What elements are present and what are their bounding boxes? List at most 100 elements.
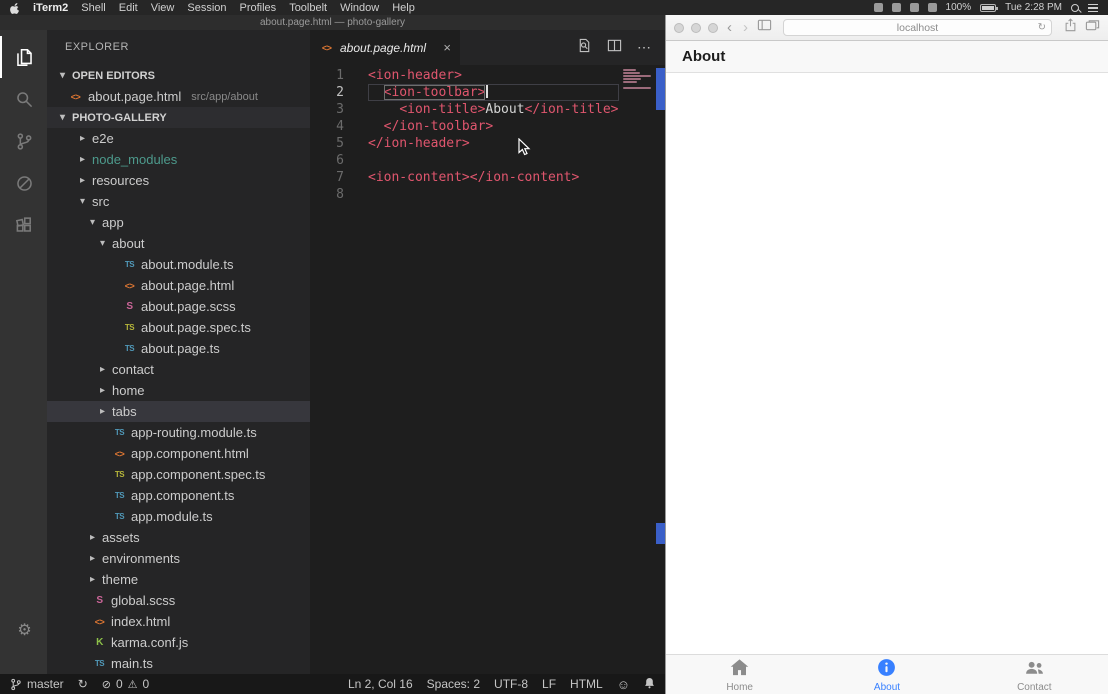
minimap[interactable] [623,69,653,93]
code-line[interactable]: <ion-content></ion-content> [368,169,665,186]
open-editors-header[interactable]: ▾ OPEN EDITORS [47,65,310,86]
menubar-clock[interactable]: Tue 2:28 PM [1005,2,1062,13]
apple-menu-icon[interactable] [10,2,20,14]
tree-item-tabs[interactable]: ▸tabs [47,401,310,422]
notification-center-icon[interactable] [1088,4,1098,12]
language-mode[interactable]: HTML [570,677,603,691]
tab-about-page-html[interactable]: <> about.page.html × [310,30,460,65]
code-line[interactable] [368,152,665,169]
status-bar: master ↻ ⊘ 0 ⚠ 0 Ln 2, Col 16 Spaces: 2 … [0,674,665,694]
close-window-button[interactable] [674,23,684,33]
close-tab-icon[interactable]: × [443,40,451,55]
sync-button[interactable]: ↻ [78,677,88,691]
tree-item-contact[interactable]: ▸contact [47,359,310,380]
open-editor-item[interactable]: <> about.page.html src/app/about [47,86,310,107]
vscode-titlebar[interactable]: about.page.html — photo-gallery [0,15,665,30]
tree-item-karma.conf.js[interactable]: Kkarma.conf.js [47,632,310,653]
address-bar[interactable]: localhost ↻ [783,19,1052,36]
notifications-bell-icon[interactable] [644,677,655,692]
tree-item-about.page.html[interactable]: <>about.page.html [47,275,310,296]
split-editor-icon[interactable] [607,38,622,58]
tree-item-app.module.ts[interactable]: TSapp.module.ts [47,506,310,527]
file-label: src [92,194,109,209]
problems-indicator[interactable]: ⊘ 0 ⚠ 0 [102,677,149,691]
tab-contact[interactable]: Contact [961,655,1108,694]
tree-item-global.scss[interactable]: Sglobal.scss [47,590,310,611]
code-editor[interactable]: 12345678 <ion-header> <ion-toolbar> <ion… [310,65,665,674]
menubar-app-name[interactable]: iTerm2 [33,2,68,14]
tree-item-about.page.scss[interactable]: Sabout.page.scss [47,296,310,317]
menubar-menu-view[interactable]: View [151,2,175,14]
folder-section-header[interactable]: ▾ PHOTO-GALLERY [47,107,310,128]
tree-item-assets[interactable]: ▸assets [47,527,310,548]
code-line[interactable]: </ion-header> [368,135,665,152]
extensions-icon[interactable] [0,204,47,246]
tree-item-node_modules[interactable]: ▸node_modules [47,149,310,170]
tree-item-app[interactable]: ▾app [47,212,310,233]
menubar-menu-window[interactable]: Window [340,2,379,14]
search-icon[interactable] [0,78,47,120]
reload-icon[interactable]: ↻ [1038,22,1046,33]
tree-item-theme[interactable]: ▸theme [47,569,310,590]
tree-item-app.component.ts[interactable]: TSapp.component.ts [47,485,310,506]
tree-item-home[interactable]: ▸home [47,380,310,401]
status-icon-1[interactable] [874,3,883,12]
menubar-menu-session[interactable]: Session [187,2,226,14]
indentation-setting[interactable]: Spaces: 2 [427,677,480,691]
spotlight-icon[interactable] [1071,4,1079,12]
explorer-icon[interactable] [0,36,47,78]
menubar-menu-edit[interactable]: Edit [119,2,138,14]
encoding-setting[interactable]: UTF-8 [494,677,528,691]
code-lines[interactable]: <ion-header> <ion-toolbar> <ion-title>Ab… [358,67,665,674]
sidebar-toggle-icon[interactable] [757,18,772,37]
debug-icon[interactable] [0,162,47,204]
tree-item-main.ts[interactable]: TSmain.ts [47,653,310,674]
tree-item-e2e[interactable]: ▸e2e [47,128,310,149]
tree-item-index.html[interactable]: <>index.html [47,611,310,632]
menubar-menu-profiles[interactable]: Profiles [240,2,277,14]
settings-gear-icon[interactable]: ⚙ [0,610,47,652]
macos-menubar: iTerm2 Shell Edit View Session Profiles Toolb… [0,0,1108,15]
tab-overview-icon[interactable] [1085,18,1100,37]
tree-item-environments[interactable]: ▸environments [47,548,310,569]
ts-file-icon: TS [122,344,137,353]
tree-item-about.page.ts[interactable]: TSabout.page.ts [47,338,310,359]
forward-button[interactable]: › [741,20,750,35]
tree-item-about.page.spec.ts[interactable]: TSabout.page.spec.ts [47,317,310,338]
file-label: about.page.scss [141,299,236,314]
feedback-smiley-icon[interactable]: ☺ [617,677,630,692]
chevron-right-icon: ▸ [77,175,88,186]
git-branch-indicator[interactable]: master [10,677,64,691]
code-line[interactable]: <ion-toolbar> [368,84,619,101]
code-line[interactable] [368,186,665,203]
status-icon-3[interactable] [910,3,919,12]
cursor-position[interactable]: Ln 2, Col 16 [348,677,413,691]
tab-about[interactable]: About [813,655,960,694]
back-button[interactable]: ‹ [725,20,734,35]
menubar-menu-help[interactable]: Help [392,2,415,14]
tree-item-about[interactable]: ▾about [47,233,310,254]
battery-percent: 100% [946,2,972,13]
tree-item-src[interactable]: ▾src [47,191,310,212]
tree-item-app.component.html[interactable]: <>app.component.html [47,443,310,464]
tree-item-resources[interactable]: ▸resources [47,170,310,191]
tree-item-app.component.spec.ts[interactable]: TSapp.component.spec.ts [47,464,310,485]
code-line[interactable]: <ion-title>About</ion-title> [368,101,665,118]
status-icon-2[interactable] [892,3,901,12]
source-control-icon[interactable] [0,120,47,162]
open-changes-icon[interactable] [577,38,592,58]
menubar-menu-shell[interactable]: Shell [81,2,105,14]
eol-setting[interactable]: LF [542,677,556,691]
tree-item-app-routing.module.ts[interactable]: TSapp-routing.module.ts [47,422,310,443]
more-actions-icon[interactable]: ⋯ [637,39,652,56]
share-icon[interactable] [1063,18,1078,37]
minimize-window-button[interactable] [691,23,701,33]
tab-home[interactable]: Home [666,655,813,694]
code-line[interactable]: </ion-toolbar> [368,118,665,135]
zoom-window-button[interactable] [708,23,718,33]
code-line[interactable]: <ion-header> [368,67,665,84]
status-icon-4[interactable] [928,3,937,12]
tree-item-about.module.ts[interactable]: TSabout.module.ts [47,254,310,275]
html-file-icon: <> [319,43,334,53]
menubar-menu-toolbelt[interactable]: Toolbelt [289,2,327,14]
